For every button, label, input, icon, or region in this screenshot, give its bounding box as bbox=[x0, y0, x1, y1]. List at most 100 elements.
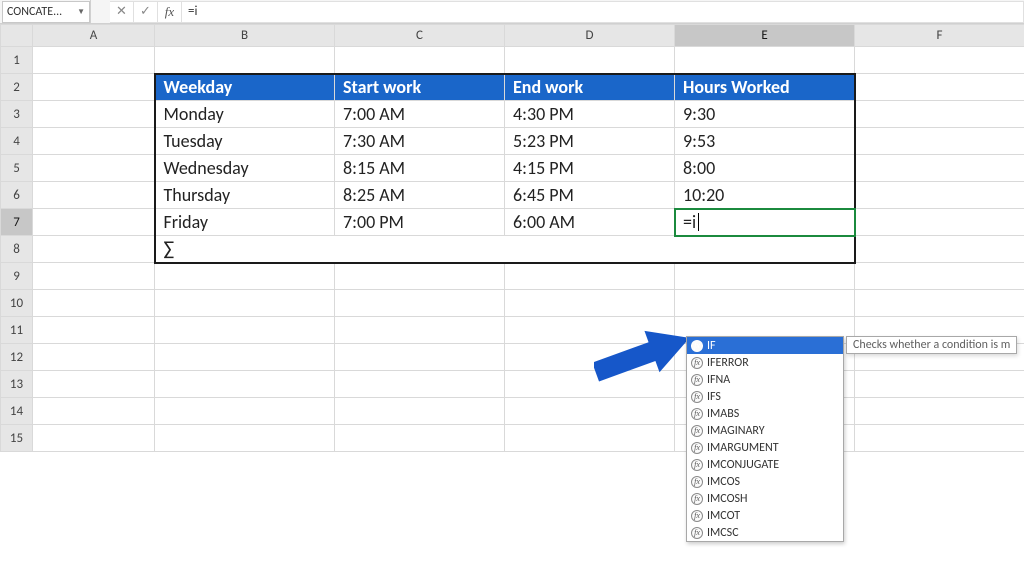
cell-C3[interactable]: 7:00 AM bbox=[335, 101, 505, 128]
row-header-7[interactable]: 7 bbox=[1, 209, 33, 236]
cell[interactable] bbox=[335, 317, 505, 344]
autocomplete-item[interactable]: fxIMCOS bbox=[687, 473, 843, 490]
cell[interactable] bbox=[675, 263, 855, 290]
autocomplete-item[interactable]: fxIMAGINARY bbox=[687, 422, 843, 439]
cell[interactable] bbox=[335, 371, 505, 398]
cell[interactable] bbox=[155, 263, 335, 290]
cell[interactable] bbox=[335, 344, 505, 371]
cell-C2[interactable]: Start work bbox=[335, 74, 505, 101]
cell-C4[interactable]: 7:30 AM bbox=[335, 128, 505, 155]
cell[interactable] bbox=[33, 74, 155, 101]
row-header-13[interactable]: 13 bbox=[1, 371, 33, 398]
cell-B3[interactable]: Monday bbox=[155, 101, 335, 128]
cell[interactable] bbox=[505, 263, 675, 290]
cell-B4[interactable]: Tuesday bbox=[155, 128, 335, 155]
worksheet[interactable]: A B C D E F 1 2 Weekday Start work End w… bbox=[0, 24, 1024, 576]
cell[interactable] bbox=[855, 74, 1024, 101]
col-header-F[interactable]: F bbox=[855, 25, 1024, 47]
cell[interactable] bbox=[33, 47, 155, 74]
cell[interactable] bbox=[155, 344, 335, 371]
cell[interactable] bbox=[33, 344, 155, 371]
cell[interactable] bbox=[33, 371, 155, 398]
cell[interactable] bbox=[855, 398, 1024, 425]
cell[interactable] bbox=[33, 398, 155, 425]
cell[interactable] bbox=[33, 425, 155, 452]
cell[interactable] bbox=[855, 209, 1024, 236]
cell[interactable] bbox=[855, 425, 1024, 452]
cell-E2[interactable]: Hours Worked bbox=[675, 74, 855, 101]
cell[interactable] bbox=[335, 425, 505, 452]
cell[interactable] bbox=[155, 290, 335, 317]
cell-D6[interactable]: 6:45 PM bbox=[505, 182, 675, 209]
autocomplete-item[interactable]: fxIMCOSH bbox=[687, 490, 843, 507]
cell[interactable] bbox=[675, 290, 855, 317]
cell[interactable] bbox=[33, 209, 155, 236]
cell[interactable] bbox=[33, 128, 155, 155]
cell[interactable] bbox=[855, 182, 1024, 209]
cell-D2[interactable]: End work bbox=[505, 74, 675, 101]
formula-input[interactable]: =i bbox=[182, 1, 1024, 23]
cell[interactable] bbox=[335, 263, 505, 290]
row-header-12[interactable]: 12 bbox=[1, 344, 33, 371]
cell-B5[interactable]: Wednesday bbox=[155, 155, 335, 182]
cancel-formula-button[interactable]: ✕ bbox=[110, 1, 134, 23]
cell-E5[interactable]: 8:00 bbox=[675, 155, 855, 182]
cell[interactable] bbox=[855, 290, 1024, 317]
autocomplete-item[interactable]: fxIMARGUMENT bbox=[687, 439, 843, 456]
row-header-1[interactable]: 1 bbox=[1, 47, 33, 74]
cell[interactable] bbox=[505, 47, 675, 74]
cell[interactable] bbox=[335, 47, 505, 74]
cell-C5[interactable]: 8:15 AM bbox=[335, 155, 505, 182]
cell[interactable] bbox=[505, 344, 675, 371]
cell-D4[interactable]: 5:23 PM bbox=[505, 128, 675, 155]
cell[interactable] bbox=[33, 317, 155, 344]
col-header-D[interactable]: D bbox=[505, 25, 675, 47]
autocomplete-item[interactable]: fxIMCSC bbox=[687, 524, 843, 541]
col-header-C[interactable]: C bbox=[335, 25, 505, 47]
cell[interactable] bbox=[855, 101, 1024, 128]
cell-E6[interactable]: 10:20 bbox=[675, 182, 855, 209]
autocomplete-item[interactable]: fxIFS bbox=[687, 388, 843, 405]
cell[interactable] bbox=[155, 317, 335, 344]
cell[interactable] bbox=[33, 182, 155, 209]
chevron-down-icon[interactable]: ▼ bbox=[77, 7, 85, 17]
cell-C7[interactable]: 7:00 PM bbox=[335, 209, 505, 236]
cell[interactable] bbox=[335, 290, 505, 317]
autocomplete-item[interactable]: fxIMCONJUGATE bbox=[687, 456, 843, 473]
cell-C6[interactable]: 8:25 AM bbox=[335, 182, 505, 209]
row-header-6[interactable]: 6 bbox=[1, 182, 33, 209]
cell-B2[interactable]: Weekday bbox=[155, 74, 335, 101]
cell-E3[interactable]: 9:30 bbox=[675, 101, 855, 128]
cell-D7[interactable]: 6:00 AM bbox=[505, 209, 675, 236]
row-header-11[interactable]: 11 bbox=[1, 317, 33, 344]
cell[interactable] bbox=[855, 128, 1024, 155]
cell[interactable] bbox=[155, 398, 335, 425]
col-header-E[interactable]: E bbox=[675, 25, 855, 47]
autocomplete-item[interactable]: fxIFERROR bbox=[687, 354, 843, 371]
cell[interactable] bbox=[855, 263, 1024, 290]
cell[interactable] bbox=[855, 371, 1024, 398]
cell[interactable] bbox=[33, 290, 155, 317]
cell-B8-merged[interactable]: ∑ bbox=[155, 236, 855, 263]
select-all-corner[interactable] bbox=[1, 25, 33, 47]
cell-B7[interactable]: Friday bbox=[155, 209, 335, 236]
cell[interactable] bbox=[33, 155, 155, 182]
row-header-10[interactable]: 10 bbox=[1, 290, 33, 317]
cell-D5[interactable]: 4:15 PM bbox=[505, 155, 675, 182]
autocomplete-item[interactable]: fxIMABS bbox=[687, 405, 843, 422]
autocomplete-item[interactable]: fxIMCOT bbox=[687, 507, 843, 524]
row-header-3[interactable]: 3 bbox=[1, 101, 33, 128]
cell[interactable] bbox=[855, 155, 1024, 182]
cell[interactable] bbox=[505, 425, 675, 452]
cell[interactable] bbox=[505, 398, 675, 425]
name-box[interactable]: CONCATE... ▼ bbox=[2, 1, 90, 23]
formula-autocomplete[interactable]: fxIFfxIFERRORfxIFNAfxIFSfxIMABSfxIMAGINA… bbox=[686, 336, 844, 542]
autocomplete-item[interactable]: fxIFNA bbox=[687, 371, 843, 388]
row-header-15[interactable]: 15 bbox=[1, 425, 33, 452]
cell[interactable] bbox=[505, 317, 675, 344]
cell-B6[interactable]: Thursday bbox=[155, 182, 335, 209]
row-header-5[interactable]: 5 bbox=[1, 155, 33, 182]
row-header-8[interactable]: 8 bbox=[1, 236, 33, 263]
cell[interactable] bbox=[675, 47, 855, 74]
cell-E4[interactable]: 9:53 bbox=[675, 128, 855, 155]
